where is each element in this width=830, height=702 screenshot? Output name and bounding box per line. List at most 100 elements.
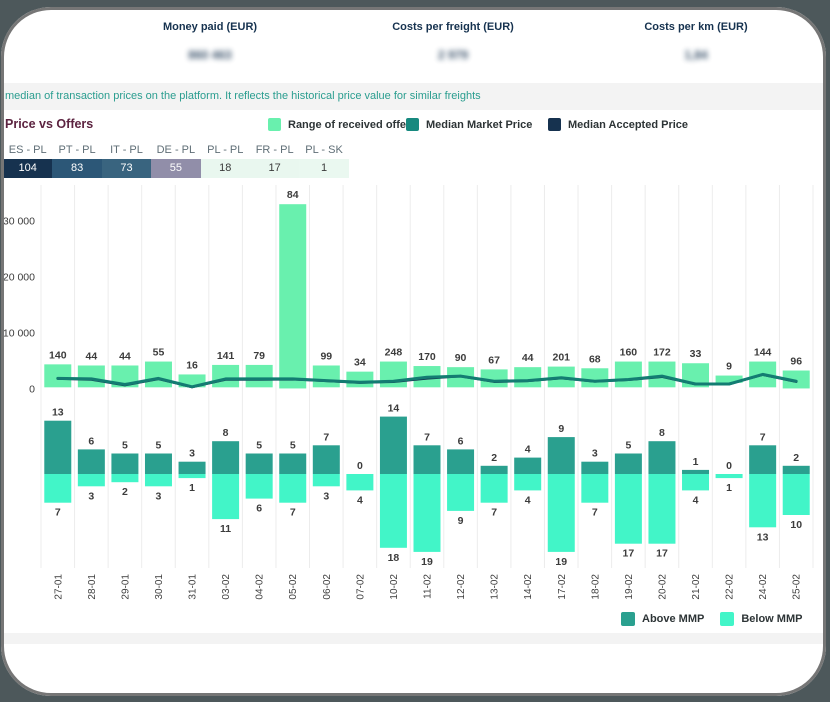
range-offers-swatch-icon [268,118,281,131]
tab-de-pl[interactable]: DE - PL 55 [151,143,200,178]
svg-text:18-02: 18-02 [590,574,601,600]
chart-title: Price vs Offers [5,117,93,131]
svg-text:17: 17 [656,548,668,560]
svg-text:13: 13 [52,407,64,419]
svg-text:6: 6 [256,503,262,515]
svg-text:4: 4 [693,494,699,506]
svg-text:7: 7 [323,431,329,443]
svg-text:90: 90 [455,352,467,364]
svg-text:4: 4 [525,494,531,506]
svg-text:30 000: 30 000 [3,216,35,228]
above-mmp-swatch-icon [621,612,635,626]
svg-text:144: 144 [754,347,772,359]
svg-text:8: 8 [223,427,229,439]
svg-text:2: 2 [491,452,497,464]
svg-text:28-01: 28-01 [87,574,98,600]
svg-text:172: 172 [653,347,671,359]
svg-text:24-02: 24-02 [758,574,769,600]
svg-text:0: 0 [726,460,732,472]
svg-text:7: 7 [592,507,598,519]
dashboard-card: Money paid (EUR) 860 463 Costs per freig… [1,7,826,696]
svg-text:248: 248 [385,347,403,359]
metric-label: Money paid (EUR) [100,21,320,33]
metric-label: Costs per freight (EUR) [343,21,563,33]
metric-money-paid: Money paid (EUR) 860 463 [100,21,320,62]
svg-text:30-01: 30-01 [154,574,165,600]
svg-text:170: 170 [418,351,436,363]
svg-text:19: 19 [421,556,433,568]
svg-text:20-02: 20-02 [657,574,668,600]
svg-text:7: 7 [290,507,296,519]
metric-value-blurred: 2 979 [343,48,563,62]
svg-text:21-02: 21-02 [691,574,702,600]
svg-text:14: 14 [388,403,400,415]
svg-text:18: 18 [388,552,400,564]
svg-text:07-02: 07-02 [355,574,366,600]
svg-text:16: 16 [186,359,198,371]
legend-median-market-price[interactable]: Median Market Price [406,118,532,131]
svg-text:19-02: 19-02 [624,574,635,600]
svg-text:33: 33 [690,348,702,360]
svg-text:44: 44 [86,350,98,362]
svg-text:160: 160 [620,347,638,359]
subtitle-band: median of transaction prices on the plat… [1,83,826,110]
svg-text:6: 6 [458,435,464,447]
legend-range-of-offers[interactable]: Range of received offers [268,118,416,131]
legend-above-mmp[interactable]: Above MMP [621,612,704,626]
svg-text:7: 7 [760,431,766,443]
svg-text:11-02: 11-02 [423,574,434,599]
svg-text:27-01: 27-01 [53,574,64,600]
svg-text:3: 3 [592,448,598,460]
tab-pl-sk[interactable]: PL - SK 1 [299,143,348,178]
svg-text:8: 8 [659,427,665,439]
svg-text:3: 3 [88,490,94,502]
metric-label: Costs per km (EUR) [586,21,806,33]
svg-text:20 000: 20 000 [3,272,35,284]
legend-median-accepted-price[interactable]: Median Accepted Price [548,118,688,131]
svg-text:99: 99 [320,350,332,362]
svg-text:4: 4 [357,494,363,506]
median-market-price-swatch-icon [406,118,419,131]
svg-text:17-02: 17-02 [557,574,568,600]
tab-it-pl[interactable]: IT - PL 73 [102,143,151,178]
footer-divider-band [1,633,826,644]
svg-text:7: 7 [424,431,430,443]
svg-text:6: 6 [88,435,94,447]
svg-text:04-02: 04-02 [255,574,266,600]
svg-text:9: 9 [726,361,732,373]
svg-text:22-02: 22-02 [725,574,736,600]
svg-text:1: 1 [726,482,732,494]
svg-text:79: 79 [253,350,265,362]
svg-text:11: 11 [220,523,231,535]
svg-text:2: 2 [122,486,128,498]
svg-text:96: 96 [790,356,802,368]
svg-text:10: 10 [790,519,802,531]
svg-text:55: 55 [153,347,165,359]
svg-text:1: 1 [693,456,699,468]
svg-text:3: 3 [323,490,329,502]
svg-text:5: 5 [156,440,162,452]
tab-pt-pl[interactable]: PT - PL 83 [52,143,101,178]
svg-text:7: 7 [491,507,497,519]
svg-text:2: 2 [793,452,799,464]
svg-text:5: 5 [290,440,296,452]
tab-es-pl[interactable]: ES - PL 104 [3,143,52,178]
svg-text:06-02: 06-02 [322,574,333,600]
svg-text:12-02: 12-02 [456,574,467,600]
tab-pl-pl[interactable]: PL - PL 18 [201,143,250,178]
svg-text:17: 17 [623,548,635,560]
svg-text:05-02: 05-02 [288,574,299,600]
metric-costs-per-km: Costs per km (EUR) 1,84 [586,21,806,62]
svg-text:13: 13 [757,531,769,543]
price-vs-offers-chart[interactable]: 010 00020 00030 000140444455161417984993… [1,180,826,642]
svg-text:10-02: 10-02 [389,574,400,600]
chart-canvas[interactable]: 010 00020 00030 000140444455161417984993… [1,180,826,642]
svg-text:34: 34 [354,357,366,369]
tab-fr-pl[interactable]: FR - PL 17 [250,143,299,178]
svg-text:7: 7 [55,507,61,519]
legend-below-mmp[interactable]: Below MMP [720,612,802,626]
svg-text:25-02: 25-02 [792,574,803,600]
svg-text:1: 1 [189,482,195,494]
svg-text:0: 0 [29,384,35,396]
svg-text:5: 5 [122,440,128,452]
